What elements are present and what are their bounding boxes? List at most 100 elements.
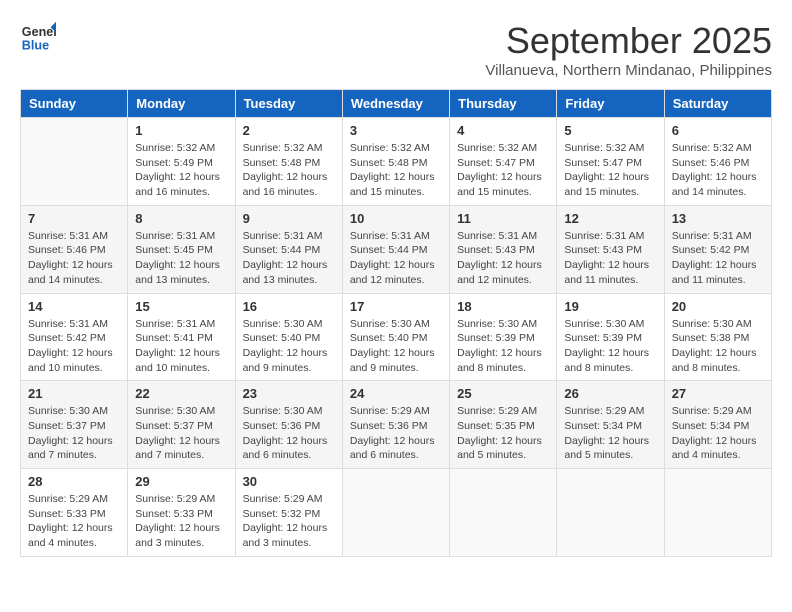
- day-info: Sunrise: 5:31 AMSunset: 5:44 PMDaylight:…: [243, 229, 335, 288]
- calendar-week-row: 14 Sunrise: 5:31 AMSunset: 5:42 PMDayligh…: [21, 293, 772, 381]
- calendar-table: SundayMondayTuesdayWednesdayThursdayFrid…: [20, 89, 772, 557]
- day-number: 18: [457, 299, 549, 314]
- calendar-day-cell: 22 Sunrise: 5:30 AMSunset: 5:37 PMDayligh…: [128, 381, 235, 469]
- calendar-day-cell: 29 Sunrise: 5:29 AMSunset: 5:33 PMDayligh…: [128, 469, 235, 557]
- month-title: September 2025: [485, 20, 772, 62]
- calendar-day-cell: 19Sunrise: 5:30 AMSunset: 5:39 PMDayligh…: [557, 293, 664, 381]
- day-info: Sunrise: 5:31 AMSunset: 5:43 PMDaylight:…: [564, 229, 656, 288]
- calendar-day-cell: 13Sunrise: 5:31 AMSunset: 5:42 PMDayligh…: [664, 205, 771, 293]
- calendar-day-cell: 25 Sunrise: 5:29 AMSunset: 5:35 PMDayligh…: [450, 381, 557, 469]
- logo-icon: General Blue: [20, 20, 56, 56]
- day-number: 21: [28, 386, 120, 401]
- day-info: Sunrise: 5:29 AMSunset: 5:32 PMDaylight:…: [243, 492, 335, 551]
- day-info: Sunrise: 5:31 AMSunset: 5:43 PMDaylight:…: [457, 229, 549, 288]
- day-number: 14: [28, 299, 120, 314]
- calendar-day-cell: 18 Sunrise: 5:30 AMSunset: 5:39 PMDayligh…: [450, 293, 557, 381]
- day-number: 12: [564, 211, 656, 226]
- day-number: 20: [672, 299, 764, 314]
- calendar-day-cell: 8 Sunrise: 5:31 AMSunset: 5:45 PMDaylight…: [128, 205, 235, 293]
- day-info: Sunrise: 5:32 AMSunset: 5:47 PMDaylight:…: [457, 141, 549, 200]
- day-number: 3: [350, 123, 442, 138]
- title-block: September 2025 Villanueva, Northern Mind…: [485, 20, 772, 79]
- day-info: Sunrise: 5:31 AMSunset: 5:45 PMDaylight:…: [135, 229, 227, 288]
- day-number: 7: [28, 211, 120, 226]
- empty-day-cell: [557, 469, 664, 557]
- day-info: Sunrise: 5:30 AMSunset: 5:37 PMDaylight:…: [28, 404, 120, 463]
- day-info: Sunrise: 5:32 AMSunset: 5:46 PMDaylight:…: [672, 141, 764, 200]
- day-number: 11: [457, 211, 549, 226]
- calendar-day-cell: 5Sunrise: 5:32 AMSunset: 5:47 PMDaylight…: [557, 118, 664, 206]
- day-number: 22: [135, 386, 227, 401]
- day-info: Sunrise: 5:30 AMSunset: 5:39 PMDaylight:…: [564, 317, 656, 376]
- day-number: 28: [28, 474, 120, 489]
- day-info: Sunrise: 5:31 AMSunset: 5:41 PMDaylight:…: [135, 317, 227, 376]
- empty-day-cell: [450, 469, 557, 557]
- calendar-day-cell: 23 Sunrise: 5:30 AMSunset: 5:36 PMDayligh…: [235, 381, 342, 469]
- day-info: Sunrise: 5:29 AMSunset: 5:33 PMDaylight:…: [135, 492, 227, 551]
- day-number: 25: [457, 386, 549, 401]
- calendar-day-cell: 14 Sunrise: 5:31 AMSunset: 5:42 PMDayligh…: [21, 293, 128, 381]
- calendar-day-cell: 1 Sunrise: 5:32 AMSunset: 5:49 PMDaylight…: [128, 118, 235, 206]
- day-number: 2: [243, 123, 335, 138]
- day-number: 29: [135, 474, 227, 489]
- empty-day-cell: [664, 469, 771, 557]
- day-number: 23: [243, 386, 335, 401]
- day-info: Sunrise: 5:32 AMSunset: 5:48 PMDaylight:…: [350, 141, 442, 200]
- calendar-day-cell: 6 Sunrise: 5:32 AMSunset: 5:46 PMDaylight…: [664, 118, 771, 206]
- svg-text:Blue: Blue: [22, 39, 49, 53]
- day-number: 6: [672, 123, 764, 138]
- calendar-day-cell: 15 Sunrise: 5:31 AMSunset: 5:41 PMDayligh…: [128, 293, 235, 381]
- calendar-day-cell: 30Sunrise: 5:29 AMSunset: 5:32 PMDayligh…: [235, 469, 342, 557]
- day-info: Sunrise: 5:31 AMSunset: 5:44 PMDaylight:…: [350, 229, 442, 288]
- calendar-day-cell: 24 Sunrise: 5:29 AMSunset: 5:36 PMDayligh…: [342, 381, 449, 469]
- page-header: General Blue September 2025 Villanueva, …: [20, 20, 772, 79]
- day-info: Sunrise: 5:32 AMSunset: 5:49 PMDaylight:…: [135, 141, 227, 200]
- calendar-day-cell: 10Sunrise: 5:31 AMSunset: 5:44 PMDayligh…: [342, 205, 449, 293]
- logo: General Blue: [20, 20, 56, 56]
- calendar-day-cell: 21 Sunrise: 5:30 AMSunset: 5:37 PMDayligh…: [21, 381, 128, 469]
- day-number: 27: [672, 386, 764, 401]
- day-number: 26: [564, 386, 656, 401]
- calendar-day-cell: 12 Sunrise: 5:31 AMSunset: 5:43 PMDayligh…: [557, 205, 664, 293]
- calendar-week-row: 28 Sunrise: 5:29 AMSunset: 5:33 PMDayligh…: [21, 469, 772, 557]
- column-header-tuesday: Tuesday: [235, 90, 342, 118]
- calendar-week-row: 7 Sunrise: 5:31 AMSunset: 5:46 PMDaylight…: [21, 205, 772, 293]
- day-info: Sunrise: 5:32 AMSunset: 5:47 PMDaylight:…: [564, 141, 656, 200]
- calendar-day-cell: 17 Sunrise: 5:30 AMSunset: 5:40 PMDayligh…: [342, 293, 449, 381]
- day-info: Sunrise: 5:30 AMSunset: 5:40 PMDaylight:…: [243, 317, 335, 376]
- day-number: 16: [243, 299, 335, 314]
- location-subtitle: Villanueva, Northern Mindanao, Philippin…: [485, 62, 772, 79]
- day-info: Sunrise: 5:30 AMSunset: 5:39 PMDaylight:…: [457, 317, 549, 376]
- calendar-header-row: SundayMondayTuesdayWednesdayThursdayFrid…: [21, 90, 772, 118]
- day-number: 15: [135, 299, 227, 314]
- calendar-day-cell: 27 Sunrise: 5:29 AMSunset: 5:34 PMDayligh…: [664, 381, 771, 469]
- calendar-day-cell: 20Sunrise: 5:30 AMSunset: 5:38 PMDayligh…: [664, 293, 771, 381]
- day-info: Sunrise: 5:29 AMSunset: 5:35 PMDaylight:…: [457, 404, 549, 463]
- day-number: 8: [135, 211, 227, 226]
- column-header-sunday: Sunday: [21, 90, 128, 118]
- column-header-saturday: Saturday: [664, 90, 771, 118]
- calendar-day-cell: 11 Sunrise: 5:31 AMSunset: 5:43 PMDayligh…: [450, 205, 557, 293]
- day-number: 24: [350, 386, 442, 401]
- day-info: Sunrise: 5:29 AMSunset: 5:33 PMDaylight:…: [28, 492, 120, 551]
- day-info: Sunrise: 5:31 AMSunset: 5:42 PMDaylight:…: [28, 317, 120, 376]
- day-info: Sunrise: 5:32 AMSunset: 5:48 PMDaylight:…: [243, 141, 335, 200]
- day-info: Sunrise: 5:31 AMSunset: 5:42 PMDaylight:…: [672, 229, 764, 288]
- empty-day-cell: [342, 469, 449, 557]
- day-info: Sunrise: 5:31 AMSunset: 5:46 PMDaylight:…: [28, 229, 120, 288]
- day-info: Sunrise: 5:30 AMSunset: 5:40 PMDaylight:…: [350, 317, 442, 376]
- empty-day-cell: [21, 118, 128, 206]
- day-number: 1: [135, 123, 227, 138]
- column-header-friday: Friday: [557, 90, 664, 118]
- calendar-week-row: 21 Sunrise: 5:30 AMSunset: 5:37 PMDayligh…: [21, 381, 772, 469]
- day-info: Sunrise: 5:30 AMSunset: 5:36 PMDaylight:…: [243, 404, 335, 463]
- day-number: 4: [457, 123, 549, 138]
- day-info: Sunrise: 5:29 AMSunset: 5:34 PMDaylight:…: [672, 404, 764, 463]
- day-info: Sunrise: 5:30 AMSunset: 5:37 PMDaylight:…: [135, 404, 227, 463]
- calendar-day-cell: 16 Sunrise: 5:30 AMSunset: 5:40 PMDayligh…: [235, 293, 342, 381]
- calendar-day-cell: 2 Sunrise: 5:32 AMSunset: 5:48 PMDaylight…: [235, 118, 342, 206]
- column-header-monday: Monday: [128, 90, 235, 118]
- day-number: 17: [350, 299, 442, 314]
- calendar-day-cell: 3 Sunrise: 5:32 AMSunset: 5:48 PMDaylight…: [342, 118, 449, 206]
- day-info: Sunrise: 5:29 AMSunset: 5:36 PMDaylight:…: [350, 404, 442, 463]
